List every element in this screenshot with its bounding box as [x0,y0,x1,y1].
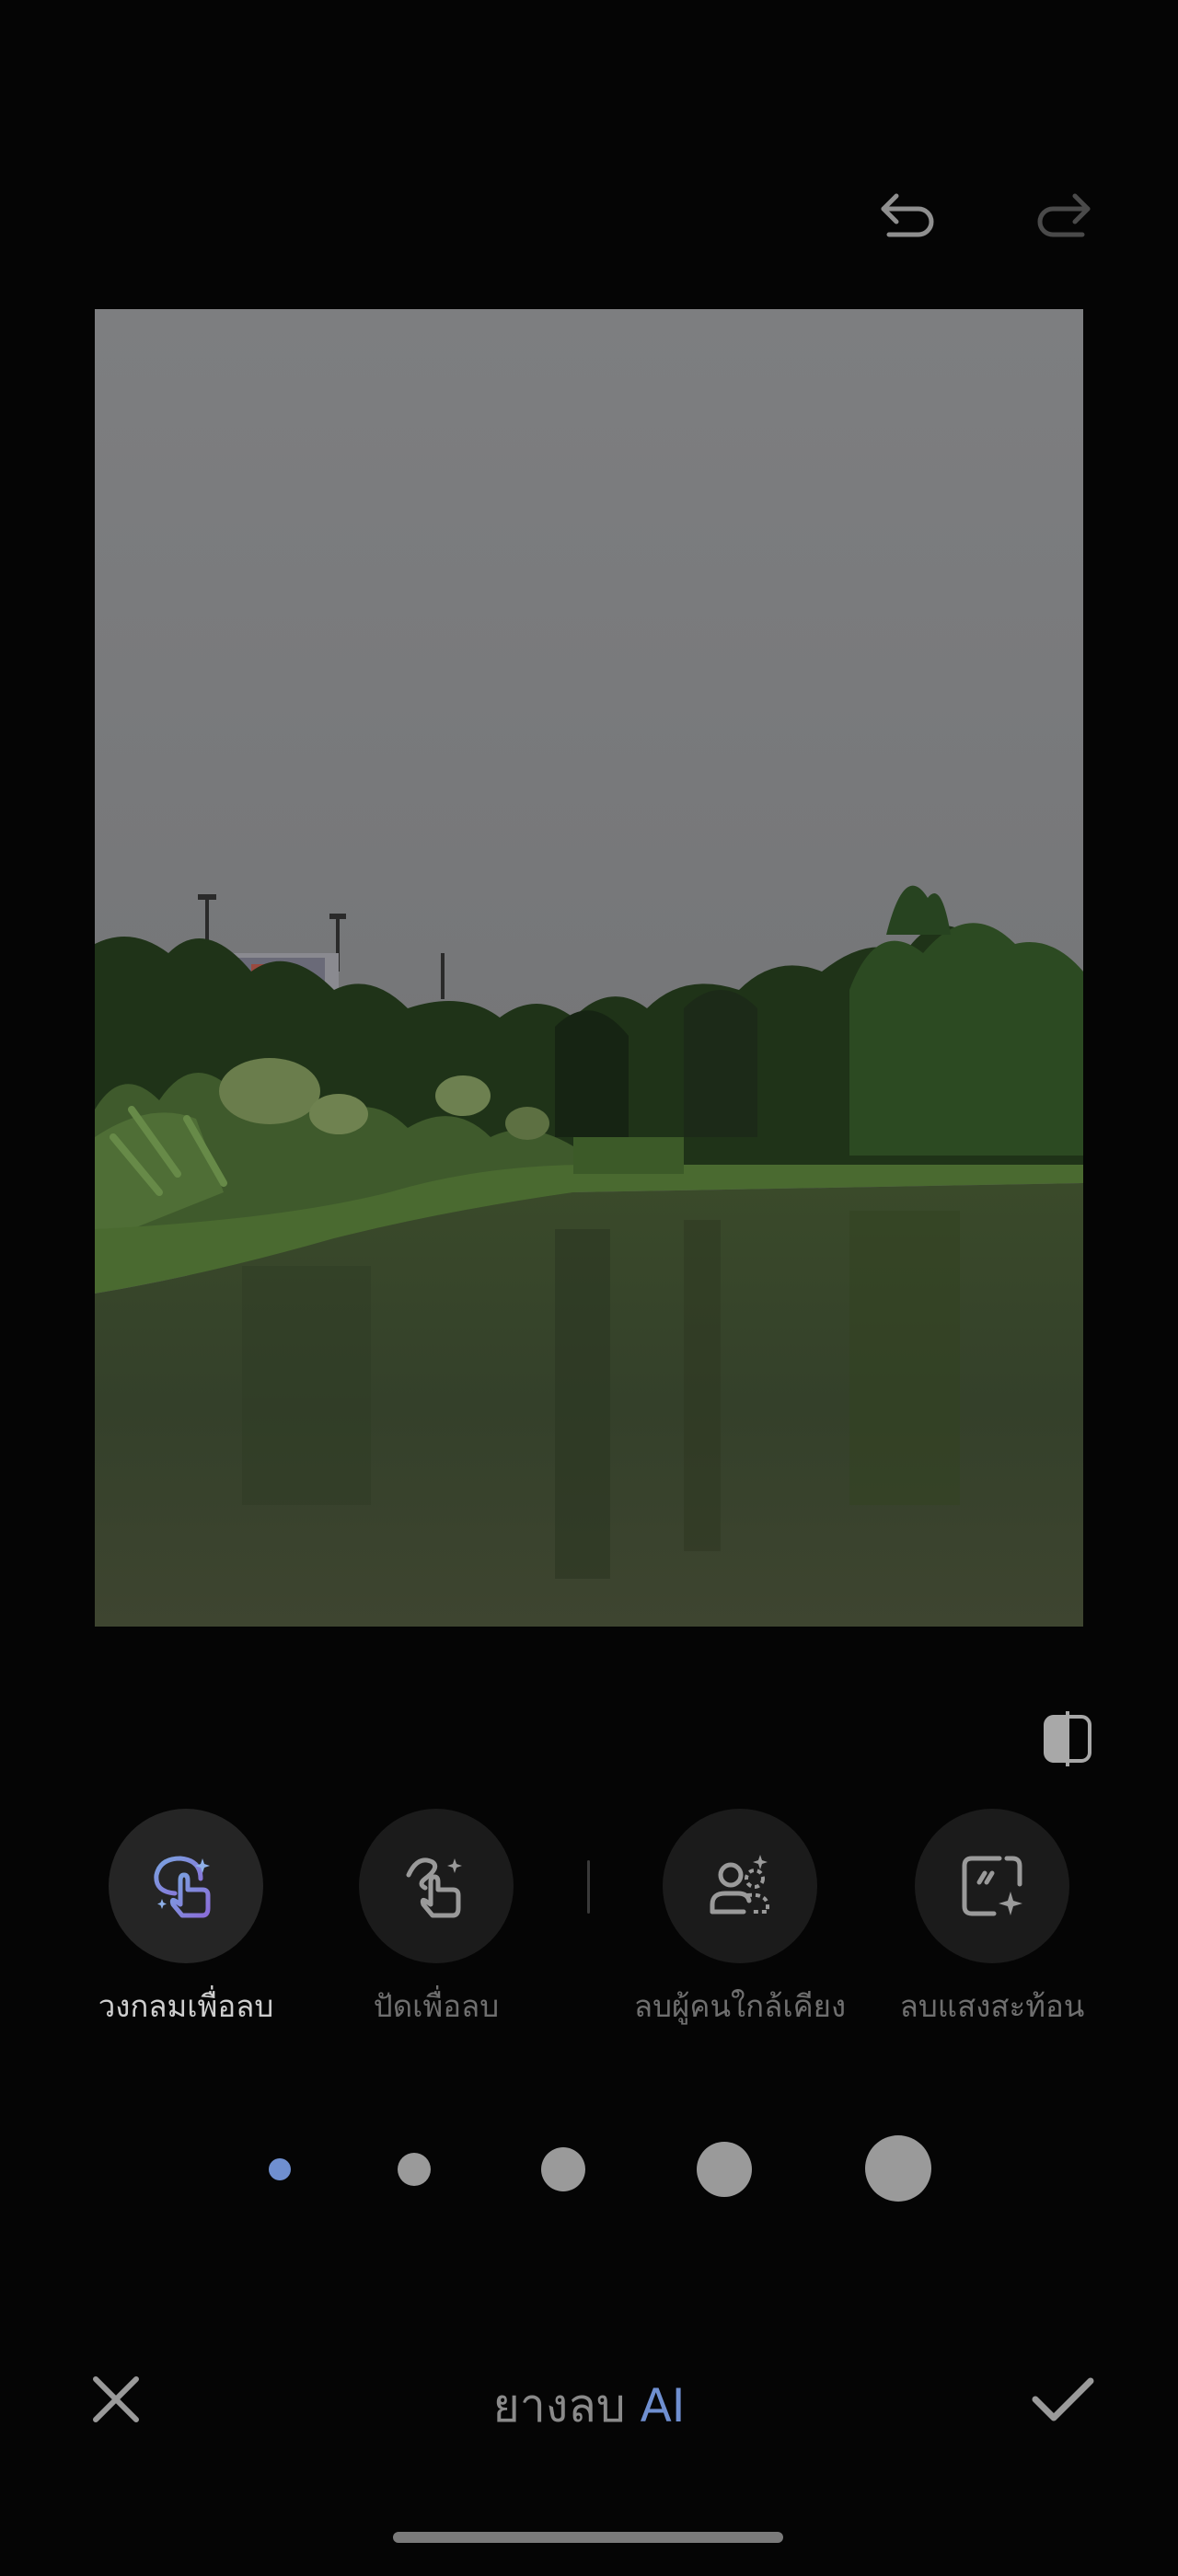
compare-button[interactable] [1031,1702,1104,1776]
home-indicator[interactable] [393,2532,783,2543]
redo-button[interactable] [1022,175,1104,258]
compare-icon [1044,1711,1091,1766]
undo-button[interactable] [867,175,950,258]
brush-to-erase-icon [406,1857,462,1918]
tool-remove-reflection[interactable]: ลบแสงสะท้อน [877,1809,1107,2030]
tool-circle-to-erase[interactable]: วงกลมเพื่อลบ [71,1809,301,2030]
checkmark-icon [1032,2377,1094,2421]
brush-size-3[interactable] [541,2147,585,2191]
landscape-photo [95,309,1083,1627]
brush-size-5[interactable] [865,2135,931,2202]
undo-icon [881,193,934,237]
tool-label: วงกลมเพื่อลบ [98,1988,274,2024]
close-icon [93,2376,139,2422]
brush-size-2[interactable] [398,2153,431,2186]
tool-label: ปัดเพื่อลบ [373,1988,500,2024]
tool-label: ลบแสงสะท้อน [899,1988,1085,2024]
brush-size-4[interactable] [697,2142,752,2197]
tool-remove-people[interactable]: ลบผู้คนใกล้เคียง [625,1809,855,2030]
remove-people-icon [710,1855,769,1915]
circle-to-erase-icon [154,1856,211,1918]
tool-brush-to-erase[interactable]: ปัดเพื่อลบ [321,1809,551,2030]
confirm-button[interactable] [1023,2363,1103,2436]
title-ai: AI [640,2379,686,2432]
screen-title: ยางลบ AI [313,2370,865,2443]
tool-circle[interactable] [663,1809,817,1963]
redo-icon [1037,193,1091,237]
tool-circle[interactable] [109,1809,263,1963]
ai-eraser-screen: วงกลมเพื่อลบ ปัดเพื่อลบ ลบผู้คนใกล้เคียง [0,0,1178,2576]
title-main: ยางลบ [492,2379,626,2432]
tool-label: ลบผู้คนใกล้เคียง [633,1988,847,2024]
tool-circle[interactable] [359,1809,514,1963]
tool-divider [587,1860,590,1914]
cancel-button[interactable] [79,2363,153,2436]
brush-size-1[interactable] [269,2158,291,2180]
remove-reflection-icon [962,1856,1022,1916]
photo-canvas[interactable] [95,309,1083,1627]
tool-circle[interactable] [915,1809,1069,1963]
